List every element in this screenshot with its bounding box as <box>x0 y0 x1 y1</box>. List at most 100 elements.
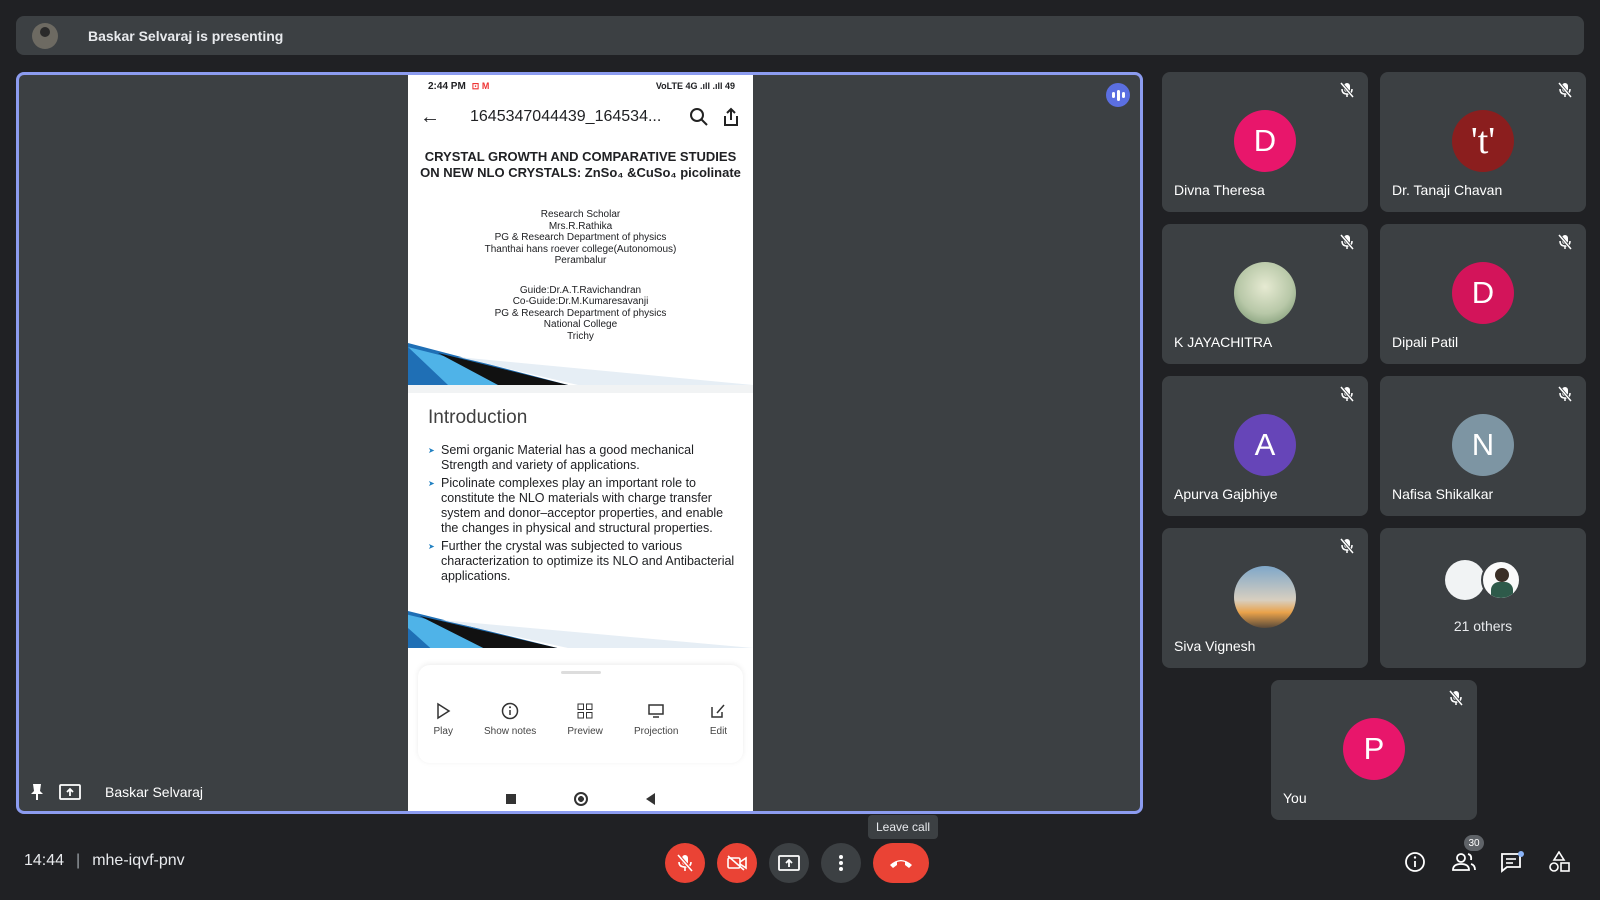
slide-introduction: Introduction Semi organic Material has a… <box>408 393 753 648</box>
preview-button[interactable]: Preview <box>567 702 603 737</box>
leave-call-button[interactable] <box>873 843 929 883</box>
presentation-stage[interactable]: 2:44 PM ⊡ M VoLTE 4G .ıll .ıll 49 ← 1645… <box>16 72 1143 814</box>
slide-title: CRYSTAL GROWTH AND COMPARATIVE STUDIES O… <box>408 137 753 385</box>
avatar <box>1481 560 1521 600</box>
more-options-button[interactable] <box>821 843 861 883</box>
monitor-icon <box>648 704 664 718</box>
intro-bullets: Semi organic Material has a good mechani… <box>428 443 739 585</box>
play-icon <box>437 702 451 720</box>
avatar: P <box>1343 718 1405 780</box>
participant-name: Apurva Gajbhiye <box>1174 486 1278 502</box>
projection-button[interactable]: Projection <box>634 702 678 737</box>
people-count-badge: 30 <box>1464 835 1484 851</box>
avatar: A <box>1234 414 1296 476</box>
scholar-block: Research Scholar Mrs.R.Rathika PG & Rese… <box>484 209 677 266</box>
participant-name: You <box>1283 790 1307 806</box>
meeting-details: 14:44 | mhe-iqvf-pnv <box>24 852 185 869</box>
edit-button[interactable]: Edit <box>709 702 727 737</box>
search-icon[interactable] <box>689 107 709 127</box>
avatar <box>1234 262 1296 324</box>
avatar: D <box>1234 110 1296 172</box>
guide-block: Guide:Dr.A.T.Ravichandran Co-Guide:Dr.M.… <box>494 284 667 342</box>
slide2-title: Introduction <box>428 407 528 428</box>
share-icon[interactable] <box>721 107 741 127</box>
leave-call-tooltip: Leave call <box>868 815 939 839</box>
self-tile[interactable]: P You <box>1271 680 1477 820</box>
chat-icon[interactable] <box>1500 851 1524 873</box>
edit-icon <box>711 704 726 718</box>
avatar: 't' <box>1452 110 1514 172</box>
file-title: 1645347044439_164534... <box>470 108 662 125</box>
avatar: N <box>1452 414 1514 476</box>
present-screen-icon <box>778 855 800 871</box>
info-icon <box>501 702 519 720</box>
sheet-handle[interactable] <box>560 671 601 674</box>
avatar <box>1234 566 1296 628</box>
pin-icon[interactable] <box>29 783 45 801</box>
viewer-app-bar: ← 1645347044439_164534... <box>408 97 753 137</box>
status-icons: ⊡ M <box>471 80 490 91</box>
camera-button[interactable] <box>717 843 757 883</box>
phone-status-bar: 2:44 PM ⊡ M VoLTE 4G .ıll .ıll 49 <box>408 75 753 97</box>
participant-tile[interactable]: A Apurva Gajbhiye <box>1162 376 1368 516</box>
activities-icon[interactable] <box>1548 851 1570 873</box>
avatar <box>1445 560 1485 600</box>
meeting-code: mhe-iqvf-pnv <box>92 852 185 869</box>
participant-name: K JAYACHITRA <box>1174 334 1273 350</box>
avatar: D <box>1452 262 1514 324</box>
participant-name: Nafisa Shikalkar <box>1392 486 1494 502</box>
stage-footer: Baskar Selvaraj <box>29 783 203 801</box>
list-item: Semi organic Material has a good mechani… <box>428 443 739 474</box>
mic-off-icon <box>1558 234 1572 250</box>
mic-off-icon <box>1558 386 1572 402</box>
play-button[interactable]: Play <box>434 702 453 737</box>
mic-off-icon <box>1558 82 1572 98</box>
participant-name: Dr. Tanaji Chavan <box>1392 182 1503 198</box>
participant-name: Divna Theresa <box>1174 182 1265 198</box>
speaking-indicator-icon <box>1106 83 1130 107</box>
present-screen-icon[interactable] <box>59 783 81 801</box>
status-time: 2:44 PM <box>428 80 466 92</box>
microphone-button[interactable] <box>665 843 705 883</box>
slide1-title: CRYSTAL GROWTH AND COMPARATIVE STUDIES O… <box>420 149 741 180</box>
mic-off-icon <box>1449 690 1463 706</box>
participant-tile[interactable]: 't' Dr. Tanaji Chavan <box>1380 72 1586 212</box>
participant-tile[interactable]: D Dipali Patil <box>1380 224 1586 364</box>
grid-icon <box>577 703 593 719</box>
participant-tile[interactable]: D Divna Theresa <box>1162 72 1368 212</box>
slide-wave-decoration <box>408 610 753 648</box>
recents-icon[interactable] <box>506 794 516 804</box>
meeting-info-icon[interactable] <box>1404 851 1426 873</box>
viewer-toolbar: Play Show notes Preview Projection Edit <box>418 665 743 763</box>
list-item: Picolinate complexes play an important r… <box>428 476 739 537</box>
back-arrow-icon[interactable]: ← <box>420 106 440 129</box>
slide-wave-decoration <box>408 343 753 385</box>
show-notes-button[interactable]: Show notes <box>484 702 536 737</box>
mic-off-icon <box>1340 538 1354 554</box>
participant-name: Siva Vignesh <box>1174 638 1256 654</box>
others-tile[interactable]: 21 others <box>1380 528 1586 668</box>
shared-screen: 2:44 PM ⊡ M VoLTE 4G .ıll .ıll 49 ← 1645… <box>408 75 753 811</box>
status-right: VoLTE 4G .ıll .ıll 49 <box>655 81 735 91</box>
home-icon[interactable] <box>574 792 588 806</box>
presenting-banner: Baskar Selvaraj is presenting <box>16 16 1584 55</box>
mic-off-icon <box>1340 82 1354 98</box>
list-item: Further the crystal was subjected to var… <box>428 539 739 585</box>
mic-off-icon <box>677 854 693 872</box>
hang-up-icon <box>890 860 912 868</box>
mic-off-icon <box>1340 386 1354 402</box>
participant-tile[interactable]: Siva Vignesh <box>1162 528 1368 668</box>
people-icon[interactable] <box>1452 851 1476 873</box>
phone-nav-bar <box>408 781 753 811</box>
participant-name: Dipali Patil <box>1392 334 1459 350</box>
present-now-button[interactable] <box>769 843 809 883</box>
camera-off-icon <box>727 855 747 871</box>
others-count: 21 others <box>1453 618 1513 634</box>
more-vert-icon <box>839 855 843 871</box>
participant-tile[interactable]: N Nafisa Shikalkar <box>1380 376 1586 516</box>
participant-tile[interactable]: K JAYACHITRA <box>1162 224 1368 364</box>
mic-off-icon <box>1340 234 1354 250</box>
presenting-text: Baskar Selvaraj is presenting <box>88 27 284 44</box>
back-icon[interactable] <box>646 793 655 805</box>
presenter-name: Baskar Selvaraj <box>105 784 204 800</box>
